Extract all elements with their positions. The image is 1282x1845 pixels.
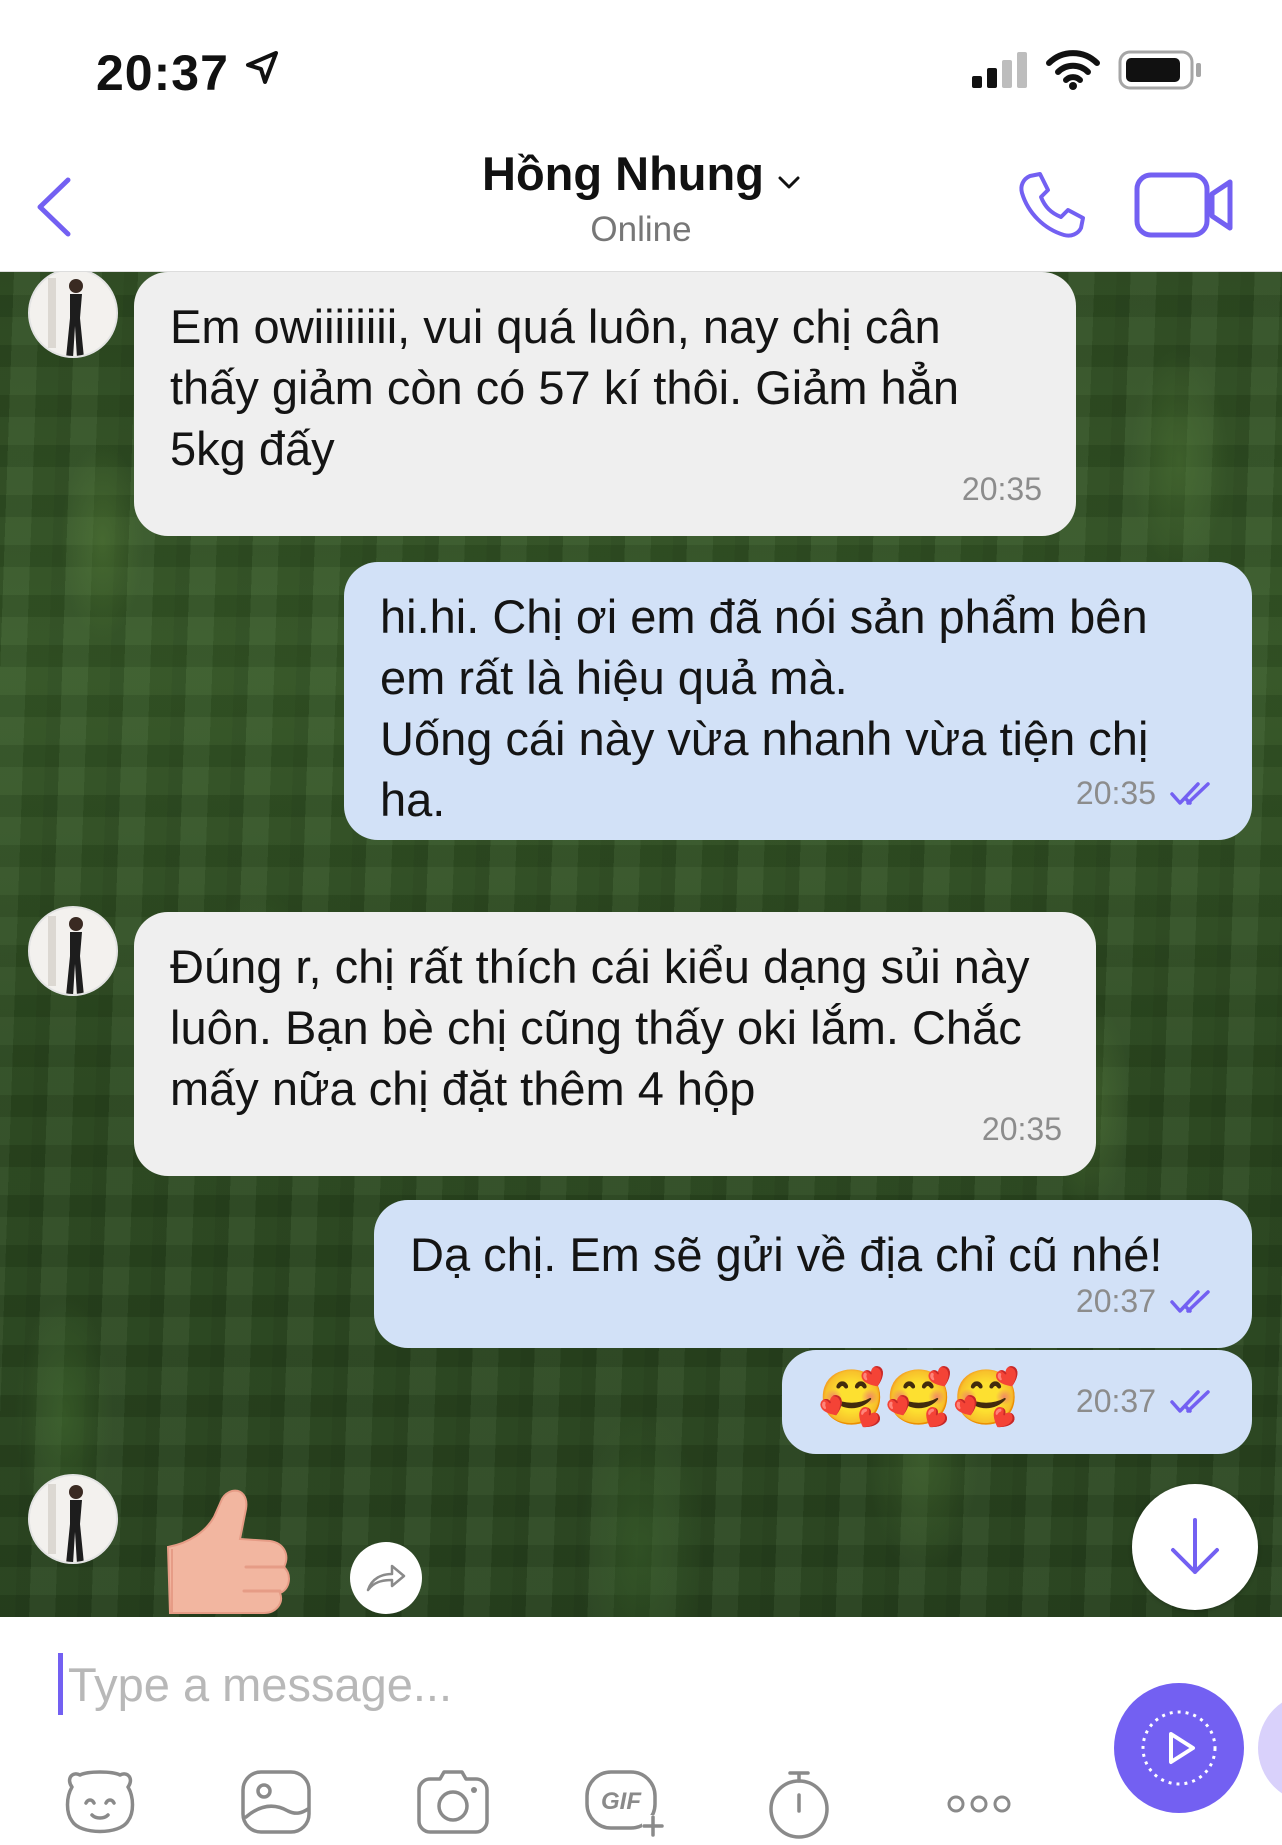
chevron-down-icon: [778, 176, 800, 189]
emoji-message: 🥰🥰🥰: [818, 1366, 1020, 1429]
contact-name-button[interactable]: Hồng Nhung: [0, 146, 1282, 201]
text-caret: [58, 1653, 63, 1715]
battery-icon: [1118, 50, 1201, 90]
conversation-area[interactable]: Em owiiiiiiii, vui quá luôn, nay chị cân…: [0, 272, 1282, 1617]
contact-name: Hồng Nhung: [482, 147, 764, 200]
thumbs-up-sticker[interactable]: [160, 1487, 300, 1617]
side-action-button[interactable]: [1258, 1693, 1282, 1803]
gif-icon[interactable]: GIF: [584, 1769, 666, 1837]
svg-text:GIF: GIF: [601, 1788, 642, 1815]
message-bubble-outgoing[interactable]: hi.hi. Chị ơi em đã nói sản phẩm bên em …: [344, 562, 1252, 840]
record-send-button[interactable]: [1114, 1683, 1244, 1813]
double-check-icon: [1170, 1289, 1210, 1313]
message-time: 20:35: [1075, 775, 1156, 811]
forward-arrow-icon: [366, 1564, 406, 1592]
message-bubble-incoming[interactable]: Em owiiiiiiii, vui quá luôn, nay chị cân…: [134, 272, 1076, 536]
message-time: 20:35: [981, 1111, 1062, 1147]
phone-call-icon[interactable]: [1016, 170, 1086, 240]
more-icon[interactable]: [946, 1793, 1012, 1815]
avatar-person-image: [30, 272, 116, 356]
wifi-icon: [1046, 50, 1100, 90]
double-check-icon: [1170, 781, 1210, 805]
message-time: 20:35: [961, 471, 1042, 507]
gallery-icon[interactable]: [240, 1769, 312, 1835]
message-text: Đúng r, chị rất thích cái kiểu dạng sủi …: [170, 940, 1030, 1115]
avatar-person-image: [30, 1476, 116, 1562]
contact-avatar[interactable]: [28, 1474, 118, 1564]
message-bubble-outgoing[interactable]: Dạ chị. Em sẽ gửi về địa chỉ cũ nhé! 20:…: [374, 1200, 1252, 1348]
video-call-icon[interactable]: [1134, 172, 1234, 238]
camera-icon[interactable]: [416, 1769, 490, 1835]
contact-avatar[interactable]: [28, 906, 118, 996]
video-message-icon: [1141, 1710, 1217, 1786]
message-time: 20:37: [1075, 1283, 1156, 1319]
contact-avatar[interactable]: [28, 272, 118, 358]
message-composer: GIF: [0, 1617, 1282, 1845]
timer-icon[interactable]: [766, 1769, 832, 1841]
cellular-signal-icon: [972, 52, 1027, 88]
chat-header: Hồng Nhung Online: [0, 130, 1282, 272]
forward-button[interactable]: [350, 1542, 422, 1614]
message-text: Em owiiiiiiii, vui quá luôn, nay chị cân…: [170, 300, 959, 475]
double-check-icon: [1170, 1389, 1210, 1413]
avatar-person-image: [30, 908, 116, 994]
message-time: 20:37: [1075, 1383, 1156, 1419]
scroll-down-button[interactable]: [1132, 1484, 1258, 1610]
message-input[interactable]: [68, 1647, 968, 1721]
arrow-down-icon: [1171, 1518, 1219, 1574]
message-bubble-outgoing[interactable]: 🥰🥰🥰 20:37: [782, 1350, 1252, 1454]
contact-status: Online: [590, 210, 692, 249]
status-time: 20:37: [96, 45, 229, 101]
sticker-bear-icon[interactable]: [62, 1769, 138, 1839]
message-bubble-incoming[interactable]: Đúng r, chị rất thích cái kiểu dạng sủi …: [134, 912, 1096, 1176]
location-arrow-icon: [246, 51, 278, 84]
status-bar: 20:37: [0, 0, 1282, 130]
